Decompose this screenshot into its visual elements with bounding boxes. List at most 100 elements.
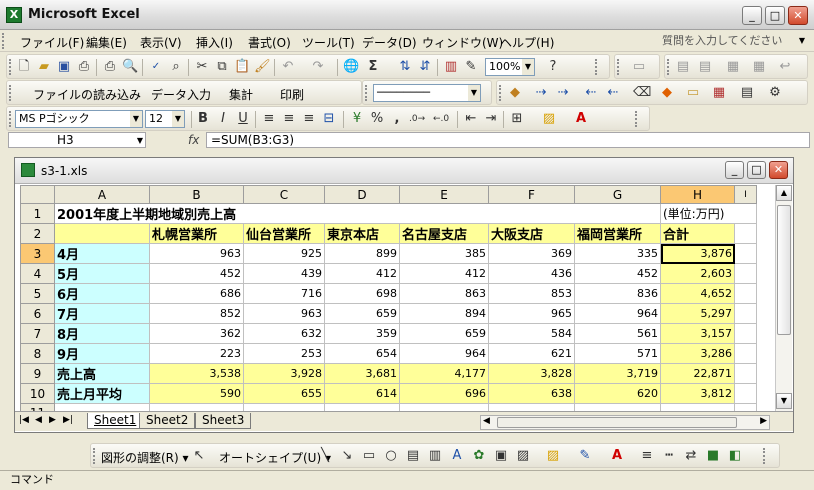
watch-window-icon[interactable]: ▤ <box>739 85 755 101</box>
cell[interactable]: 6月 <box>54 283 150 304</box>
menu-data[interactable]: データ(D) <box>362 34 417 51</box>
tab-sheet2[interactable]: Sheet2 <box>139 413 196 429</box>
paste-icon[interactable]: 📋 <box>234 59 250 75</box>
menubar-grip[interactable] <box>2 33 5 49</box>
unit-cell[interactable]: (単位:万円) <box>660 203 757 224</box>
cell[interactable]: 439 <box>243 263 325 284</box>
summary-button[interactable]: 集計 <box>229 86 253 103</box>
cut-icon[interactable]: ✂ <box>194 59 210 75</box>
cell[interactable]: 369 <box>488 243 575 264</box>
cell[interactable]: 3,828 <box>488 363 575 384</box>
line-style-dropdown[interactable]: ──────── ▼ <box>373 84 481 102</box>
cell[interactable] <box>734 323 757 344</box>
cell[interactable]: 7月 <box>54 303 150 324</box>
toolbar-grip[interactable] <box>365 85 368 101</box>
sort-ascending-icon[interactable]: ⇅ <box>397 59 413 75</box>
cell[interactable]: 963 <box>243 303 325 324</box>
row-header[interactable]: 8 <box>20 343 55 364</box>
toolbar-grip[interactable] <box>9 85 12 101</box>
italic-button[interactable]: I <box>215 111 231 127</box>
cell[interactable]: 4,177 <box>399 363 489 384</box>
error-check-icon[interactable]: ◆ <box>507 85 523 101</box>
column-header-f[interactable]: F <box>488 185 575 204</box>
close-button[interactable]: ✕ <box>788 6 808 25</box>
column-header-c[interactable]: C <box>243 185 325 204</box>
cell[interactable]: 899 <box>324 243 400 264</box>
cell[interactable]: 696 <box>399 383 489 404</box>
fill-color-icon[interactable]: ▨ <box>541 111 557 127</box>
cell[interactable] <box>734 283 757 304</box>
wordart-icon[interactable]: A <box>449 448 465 464</box>
cell[interactable]: 412 <box>324 263 400 284</box>
cell[interactable]: 3,286 <box>660 343 735 364</box>
maximize-button[interactable]: □ <box>765 6 785 25</box>
select-objects-icon[interactable]: ↖ <box>191 448 207 464</box>
column-header-h[interactable]: H <box>660 185 735 204</box>
cell[interactable]: 863 <box>399 283 489 304</box>
tab-sheet3[interactable]: Sheet3 <box>195 413 252 429</box>
cell[interactable]: 359 <box>324 323 400 344</box>
chart-wizard-icon[interactable]: ▥ <box>443 59 459 75</box>
cell[interactable]: 名古屋支店 <box>399 223 489 244</box>
cell[interactable]: 716 <box>243 283 325 304</box>
3d-icon[interactable]: ◧ <box>727 448 743 464</box>
workbook-close-button[interactable]: ✕ <box>769 161 788 179</box>
toolbar-grip[interactable] <box>93 448 96 464</box>
workbook-restore-button[interactable]: □ <box>747 161 766 179</box>
cell[interactable]: 686 <box>149 283 244 304</box>
column-header-a[interactable]: A <box>54 185 150 204</box>
cell[interactable]: 3,157 <box>660 323 735 344</box>
cell[interactable]: 3,928 <box>243 363 325 384</box>
help-search-input[interactable]: 質問を入力してください ▼ <box>660 33 808 50</box>
track-icon[interactable]: ▦ <box>725 59 741 75</box>
cell[interactable]: 659 <box>399 323 489 344</box>
cell[interactable]: 894 <box>399 303 489 324</box>
decrease-indent-icon[interactable]: ⇤ <box>463 111 479 127</box>
menu-edit[interactable]: 編集(E) <box>86 34 127 51</box>
cell[interactable]: 札幌営業所 <box>149 223 244 244</box>
cell[interactable] <box>734 343 757 364</box>
merge-center-icon[interactable]: ⊟ <box>321 111 337 127</box>
cell[interactable]: 合計 <box>660 223 735 244</box>
cell[interactable]: 大阪支店 <box>488 223 575 244</box>
new-document-icon[interactable]: 🗋 <box>16 59 32 75</box>
row-header[interactable]: 9 <box>20 363 55 384</box>
menu-help[interactable]: ヘルプ(H) <box>500 34 554 51</box>
comment-icon[interactable]: ▤ <box>675 59 691 75</box>
print-preview-icon[interactable]: 🔍 <box>122 59 138 75</box>
cell[interactable]: 9月 <box>54 343 150 364</box>
menu-view[interactable]: 表示(V) <box>140 34 182 51</box>
last-sheet-icon[interactable]: ▶| <box>63 415 73 425</box>
cell[interactable]: 590 <box>149 383 244 404</box>
underline-button[interactable]: U <box>235 111 251 127</box>
bold-button[interactable]: B <box>195 111 211 127</box>
toolbar-grip[interactable] <box>617 59 620 75</box>
minimize-button[interactable]: _ <box>742 6 762 25</box>
cell[interactable]: 620 <box>574 383 661 404</box>
arrow-icon[interactable]: ↘ <box>339 448 355 464</box>
cell[interactable]: 東京本店 <box>324 223 400 244</box>
trace-precedents-icon[interactable]: ⇢ <box>533 85 549 101</box>
toolbar-grip[interactable] <box>499 85 502 101</box>
font-size-dropdown[interactable]: 12 ▼ <box>145 110 185 128</box>
cell[interactable]: 412 <box>399 263 489 284</box>
increase-indent-icon[interactable]: ⇥ <box>483 111 499 127</box>
column-header-b[interactable]: B <box>149 185 244 204</box>
formula-input[interactable]: =SUM(B3:G3) <box>206 132 810 148</box>
cell[interactable] <box>734 223 757 244</box>
sort-descending-icon[interactable]: ⇵ <box>417 59 433 75</box>
comma-button[interactable]: , <box>389 111 405 127</box>
shadow-icon[interactable]: ■ <box>705 448 721 464</box>
row-header[interactable]: 7 <box>20 323 55 344</box>
cell[interactable]: 654 <box>324 343 400 364</box>
row-header[interactable]: 3 <box>20 243 55 264</box>
cell[interactable]: 2,603 <box>660 263 735 284</box>
picture-icon[interactable]: ▨ <box>515 448 531 464</box>
toolbar-grip[interactable] <box>9 59 12 75</box>
cell[interactable]: 335 <box>574 243 661 264</box>
increase-decimal-icon[interactable]: .0→ <box>409 111 425 127</box>
menu-format[interactable]: 書式(O) <box>248 34 291 51</box>
diagram-icon[interactable]: ✿ <box>471 448 487 464</box>
menu-file[interactable]: ファイル(F) <box>20 34 84 51</box>
draw-font-color-icon[interactable]: A <box>609 448 625 464</box>
